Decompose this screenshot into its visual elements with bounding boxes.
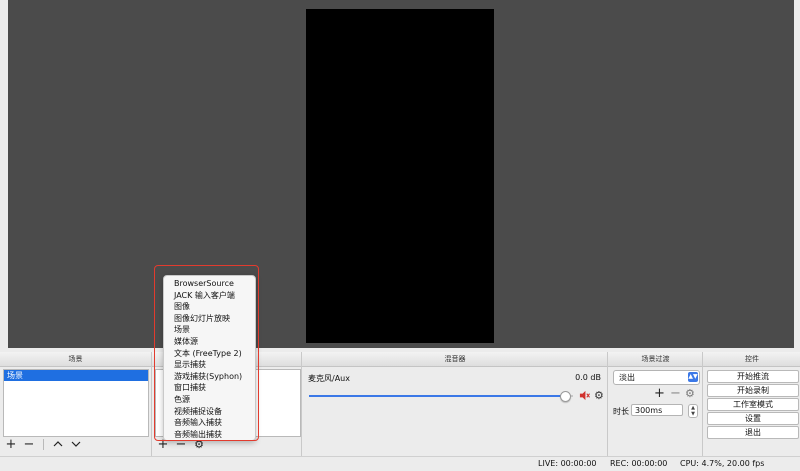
status-cpu: CPU: 4.7%, 20.00 fps: [680, 459, 765, 468]
controls-dock: 控件 开始推流 开始录制 工作室模式 设置 退出: [702, 352, 800, 456]
plus-icon: +: [5, 436, 17, 452]
menu-item[interactable]: 场景: [164, 324, 255, 336]
menu-item[interactable]: 文本 (FreeType 2): [164, 348, 255, 360]
menu-item[interactable]: 色源: [164, 394, 255, 406]
plus-icon: +: [654, 386, 665, 401]
menu-item[interactable]: 游戏捕获(Syphon): [164, 371, 255, 383]
move-scene-up-button[interactable]: [50, 437, 66, 451]
menu-item[interactable]: 图像幻灯片放映: [164, 313, 255, 325]
mixer-channel-name: 麦克风/Aux: [308, 374, 350, 383]
volume-slider-handle[interactable]: [560, 391, 572, 402]
gear-icon[interactable]: ⚙: [594, 389, 604, 402]
remove-transition-button[interactable]: −: [670, 387, 681, 401]
mixer-dock-title: 混音器: [302, 352, 608, 367]
add-source-menu: BrowserSource JACK 输入客户端 图像 图像幻灯片放映 场景 媒体源 文本 …: [163, 275, 256, 441]
menu-item[interactable]: 窗口捕获: [164, 382, 255, 394]
transitions-dock-title: 场景过渡: [608, 352, 703, 367]
transition-properties-button[interactable]: ⚙: [685, 387, 695, 401]
menu-item[interactable]: 音频输出捕获: [164, 429, 255, 441]
remove-scene-button[interactable]: −: [21, 437, 37, 451]
minus-icon: −: [23, 436, 35, 452]
move-scene-down-button[interactable]: [68, 437, 84, 451]
mixer-channel: 麦克风/Aux 0.0 dB ⚙: [307, 371, 604, 403]
transition-select[interactable]: 淡出 ▲▼: [613, 370, 700, 385]
chevron-up-icon: [53, 441, 63, 447]
menu-item[interactable]: 显示捕获: [164, 359, 255, 371]
studio-mode-button[interactable]: 工作室模式: [707, 398, 799, 411]
menu-item[interactable]: JACK 输入客户端: [164, 290, 255, 302]
scene-list-item[interactable]: 场景: [4, 370, 148, 381]
start-recording-button[interactable]: 开始录制: [707, 384, 799, 397]
scenes-toolbar: + −: [3, 436, 84, 452]
status-rec: REC: 00:00:00: [610, 459, 668, 468]
gear-icon: ⚙: [685, 387, 695, 400]
menu-item[interactable]: 视频捕捉设备: [164, 406, 255, 418]
status-live: LIVE: 00:00:00: [538, 459, 597, 468]
scenes-dock: 场景 场景 + −: [0, 352, 151, 456]
chevron-down-icon: [71, 441, 81, 447]
duration-stepper[interactable]: ▲ ▼: [688, 404, 698, 418]
controls-dock-title: 控件: [703, 352, 800, 367]
mixer-channel-db: 0.0 dB: [575, 373, 601, 382]
add-transition-button[interactable]: +: [654, 387, 665, 401]
start-streaming-button[interactable]: 开始推流: [707, 370, 799, 383]
scenes-dock-title: 场景: [0, 352, 151, 367]
transitions-dock: 场景过渡 淡出 ▲▼ + − ⚙ 时长 300ms ▲ ▼: [607, 352, 703, 456]
menu-item[interactable]: 图像: [164, 301, 255, 313]
status-bar: LIVE: 00:00:00 REC: 00:00:00 CPU: 4.7%, …: [0, 456, 800, 471]
preview-canvas[interactable]: [306, 9, 494, 343]
volume-fill: [309, 395, 566, 397]
select-arrows-icon: ▲▼: [688, 372, 698, 382]
speaker-muted-icon[interactable]: [579, 390, 590, 401]
menu-item[interactable]: 媒体源: [164, 336, 255, 348]
duration-input[interactable]: 300ms: [631, 404, 683, 416]
toolbar-separator: [43, 438, 44, 450]
duration-label: 时长: [613, 407, 629, 416]
transition-selected-value: 淡出: [619, 373, 635, 382]
scene-list[interactable]: 场景: [3, 369, 149, 437]
mixer-dock: 混音器 麦克风/Aux 0.0 dB ⚙: [301, 352, 608, 456]
minus-icon: −: [670, 386, 681, 401]
menu-item[interactable]: 音频输入捕获: [164, 417, 255, 429]
settings-button[interactable]: 设置: [707, 412, 799, 425]
preview-area[interactable]: [8, 0, 794, 348]
add-scene-button[interactable]: +: [3, 437, 19, 451]
menu-item[interactable]: BrowserSource: [164, 278, 255, 290]
volume-slider[interactable]: [309, 391, 573, 402]
exit-button[interactable]: 退出: [707, 426, 799, 439]
